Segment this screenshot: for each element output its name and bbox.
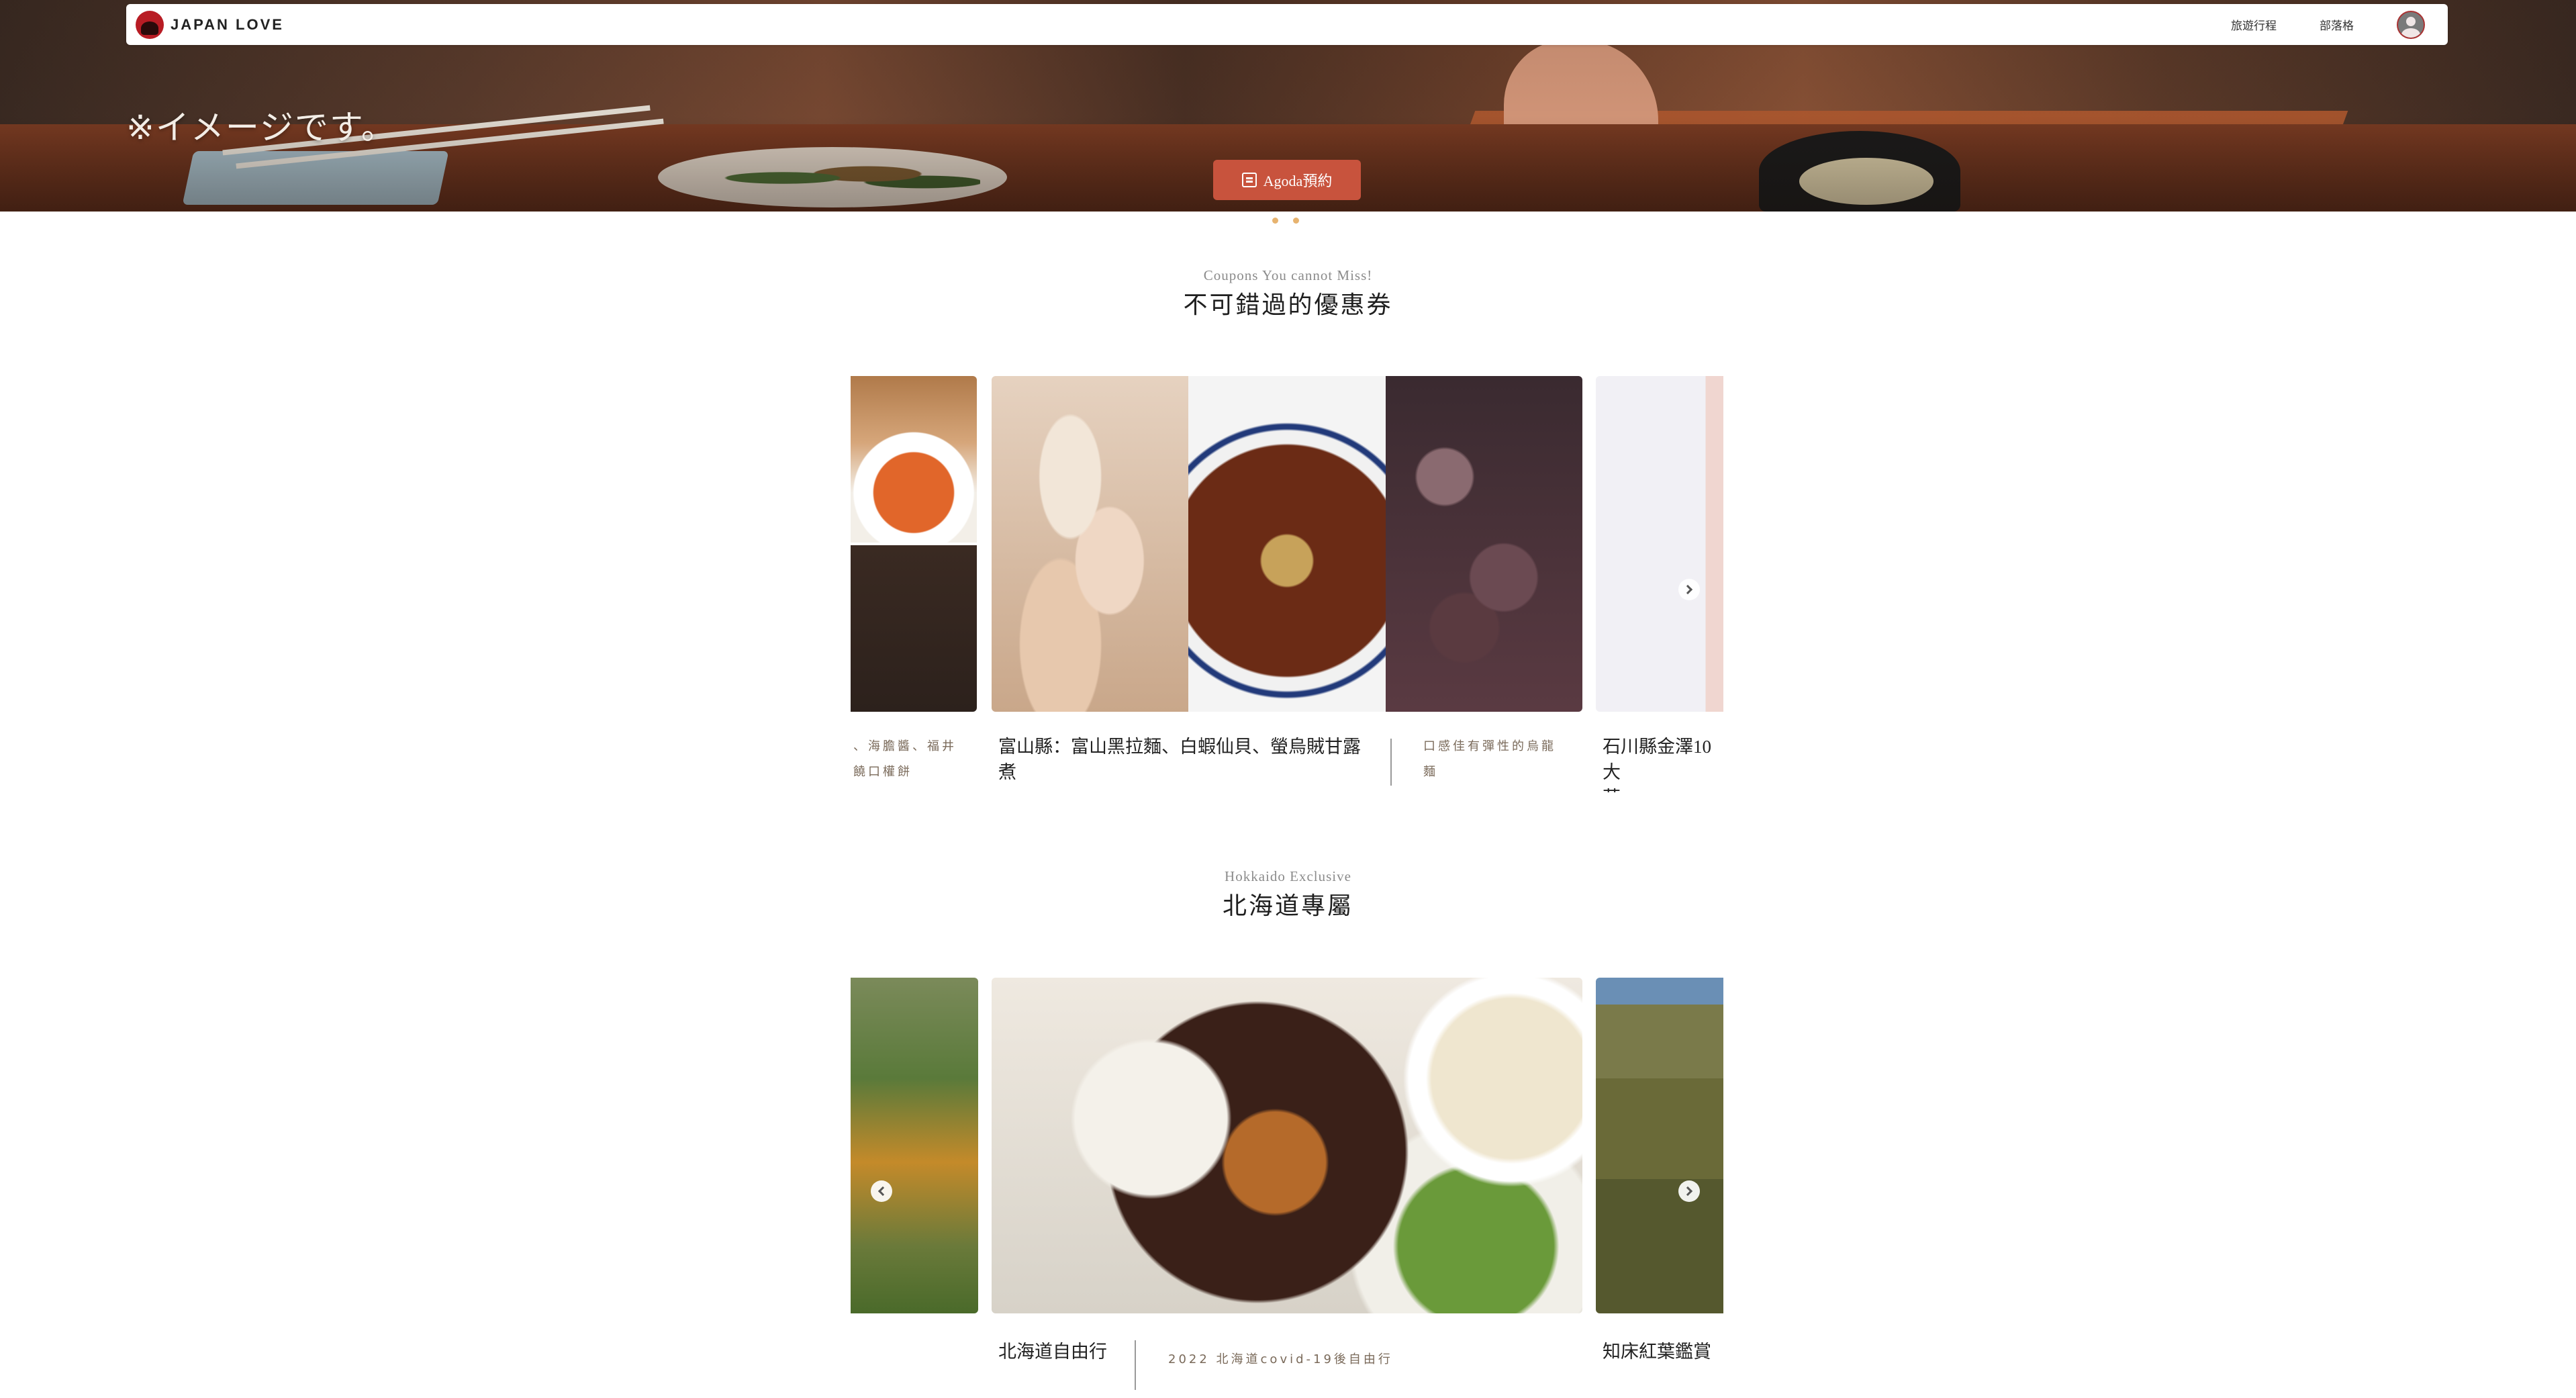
- top-navbar: JAPAN LOVE 旅遊行程 部落格: [126, 4, 2448, 45]
- chevron-right-icon[interactable]: [1678, 1180, 1700, 1202]
- hokkaido-title: 北海道專屬: [1222, 892, 1353, 919]
- hokkaido-subtitle: Hokkaido Exclusive: [1225, 868, 1351, 884]
- coupon-card-image[interactable]: [992, 376, 1582, 712]
- chevron-right-icon[interactable]: [1678, 579, 1700, 600]
- agoda-icon: [1241, 173, 1257, 187]
- hokkaido-card-text[interactable]: 知床紅葉鑑賞: [1603, 1339, 1723, 1364]
- page: ※イメージです。 Agoda預約 JAPAN LOVE 旅遊行程 部落格 Cou…: [0, 0, 2576, 1398]
- hokkaido-card-image[interactable]: [1596, 978, 1723, 1313]
- agoda-booking-button[interactable]: Agoda預約: [1213, 160, 1361, 200]
- coupon-card-text[interactable]: 富山縣：富山黑拉麵、白蝦仙貝、螢烏賊甘露 煮: [998, 734, 1361, 785]
- hokkaido-carousel: 北海道自由行 2022 北海道covid-19後自由行 知床紅葉鑑賞: [851, 978, 1723, 1398]
- nav-menu: 旅遊行程 部落格: [2231, 10, 2438, 39]
- pagination-dot[interactable]: [1293, 218, 1299, 224]
- brand-name: JAPAN LOVE: [171, 15, 284, 33]
- coupon-image-dessert: [851, 545, 977, 712]
- pagination-dot[interactable]: [1272, 218, 1278, 224]
- hero-pagination: [1272, 218, 1299, 224]
- coupon-card-text[interactable]: 石川縣金澤10大 茜: [1603, 734, 1723, 792]
- brand-logo[interactable]: JAPAN LOVE: [136, 10, 284, 39]
- coupons-title: 不可錯過的優惠券: [1183, 291, 1393, 318]
- coupon-image-sauce: [851, 376, 977, 543]
- coupon-image-squid: [1386, 376, 1582, 712]
- hokkaido-card-text[interactable]: 2022 北海道covid-19後自由行: [1168, 1347, 1504, 1372]
- hero-caption: ※イメージです。: [126, 108, 396, 147]
- chevron-left-icon[interactable]: [871, 1180, 892, 1202]
- coupon-card-image[interactable]: [851, 376, 977, 712]
- card-divider: [1390, 739, 1392, 786]
- agoda-booking-label: Agoda預約: [1263, 173, 1333, 189]
- nav-link-blog[interactable]: 部落格: [2320, 16, 2354, 33]
- logo-icon: [136, 10, 164, 39]
- coupon-image-shrimp: [992, 376, 1188, 712]
- hokkaido-card-image[interactable]: [992, 978, 1582, 1313]
- coupons-carousel: 、海膽醬、福井 饒口權餅 富山縣：富山黑拉麵、白蝦仙貝、螢烏賊甘露 煮 口感佳有…: [851, 376, 1723, 792]
- coupon-card-image[interactable]: [1596, 376, 1723, 712]
- hokkaido-card-image[interactable]: [851, 978, 978, 1313]
- coupon-card-text[interactable]: 口感佳有彈性的烏龍 麵: [1423, 734, 1591, 785]
- card-divider: [1135, 1340, 1136, 1390]
- coupon-image-ramen: [1188, 376, 1386, 712]
- avatar-icon[interactable]: [2397, 10, 2425, 39]
- coupons-subtitle: Coupons You cannot Miss!: [1203, 267, 1373, 283]
- coupon-card-text[interactable]: 、海膽醬、福井 饒口權餅: [853, 734, 974, 785]
- nav-link-tours[interactable]: 旅遊行程: [2231, 16, 2277, 33]
